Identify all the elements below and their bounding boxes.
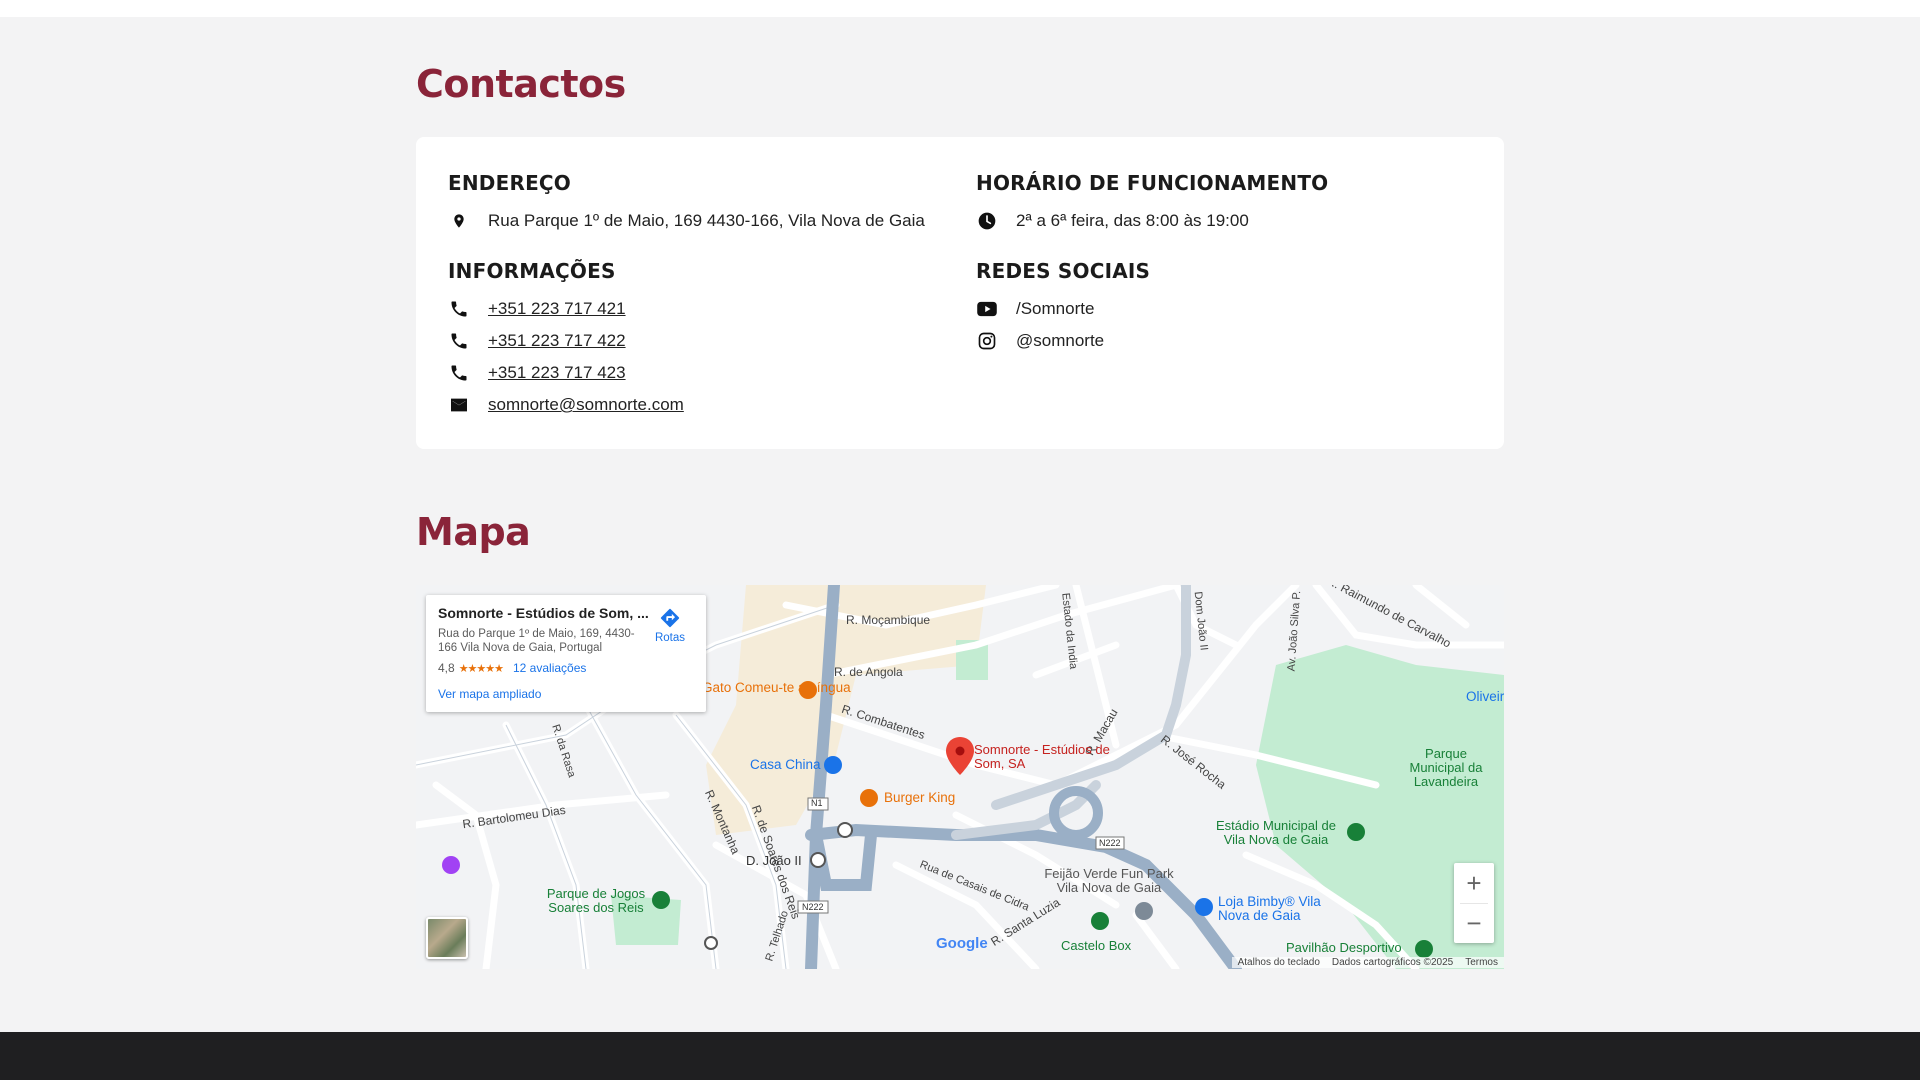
social-group: REDES SOCIAIS /Somnorte @somnorte bbox=[976, 259, 1476, 357]
hours-group: HORÁRIO DE FUNCIONAMENTO 2ª a 6ª feira, … bbox=[976, 171, 1476, 237]
map-label-r-angola: R. de Angola bbox=[834, 665, 903, 679]
youtube-row[interactable]: /Somnorte bbox=[976, 293, 1476, 325]
address-group: ENDEREÇO Rua Parque 1º de Maio, 169 4430… bbox=[448, 171, 948, 237]
address-heading: ENDEREÇO bbox=[448, 171, 572, 195]
map-label-r-mocambique: R. Moçambique bbox=[846, 613, 931, 627]
google-wordmark: Google bbox=[936, 935, 988, 952]
directions-label: Rotas bbox=[654, 632, 686, 644]
mail-icon bbox=[448, 394, 470, 416]
map-label-parque-municipal[interactable]: Parque Municipal da Lavandeira bbox=[1396, 747, 1496, 789]
social-heading: REDES SOCIAIS bbox=[976, 259, 1151, 283]
top-bar bbox=[0, 0, 1920, 17]
map-title: Mapa bbox=[416, 510, 531, 554]
phone-row: +351 223 717 421 bbox=[448, 293, 948, 325]
footer bbox=[0, 1032, 1920, 1080]
map-label-feijao[interactable]: Feijão Verde Fun Park Vila Nova de Gaia bbox=[1034, 867, 1184, 895]
phone-link-1[interactable]: +351 223 717 421 bbox=[488, 299, 626, 319]
map-label-parque-jogos[interactable]: Parque de Jogos Soares dos Reis bbox=[541, 887, 651, 915]
instagram-icon bbox=[976, 330, 998, 352]
terms-link[interactable]: Termos bbox=[1459, 956, 1504, 968]
contacts-left-column: ENDEREÇO Rua Parque 1º de Maio, 169 4430… bbox=[448, 171, 948, 443]
satellite-toggle[interactable] bbox=[426, 917, 468, 959]
map-label-burger-king[interactable]: Burger King bbox=[884, 790, 955, 805]
place-name: Somnorte - Estúdios de Som, ... bbox=[438, 605, 648, 621]
zoom-controls: + − bbox=[1454, 863, 1494, 943]
route-shield-n222-b: N222 bbox=[802, 902, 824, 912]
rating-stars-icon: ★★★★★ bbox=[458, 662, 504, 675]
map-label-casa-china[interactable]: Casa China bbox=[750, 757, 821, 772]
hours-row: 2ª a 6ª feira, das 8:00 às 19:00 bbox=[976, 205, 1476, 237]
map-label-somnorte[interactable]: Somnorte - Estúdios de Som, SA bbox=[974, 743, 1114, 771]
youtube-icon bbox=[976, 298, 998, 320]
map-data-credit: Dados cartográficos ©2025 bbox=[1325, 956, 1460, 968]
larger-map-link[interactable]: Ver mapa ampliado bbox=[438, 687, 694, 701]
google-logo: Google bbox=[936, 935, 988, 952]
place-rating: 4,8 ★★★★★ 12 avaliações bbox=[438, 661, 694, 675]
map-embed[interactable]: R. Moçambique R. de Angola R. Combatente… bbox=[416, 585, 1504, 969]
email-link[interactable]: somnorte@somnorte.com bbox=[488, 395, 684, 415]
phone-row: +351 223 717 423 bbox=[448, 357, 948, 389]
hours-heading: HORÁRIO DE FUNCIONAMENTO bbox=[976, 171, 1329, 195]
phone-row: +351 223 717 422 bbox=[448, 325, 948, 357]
youtube-handle[interactable]: /Somnorte bbox=[1016, 299, 1094, 319]
email-row: somnorte@somnorte.com bbox=[448, 389, 948, 421]
keyboard-shortcuts-link[interactable]: Atalhos do teclado bbox=[1231, 956, 1326, 968]
route-shield-n222-a: N222 bbox=[1099, 838, 1121, 848]
place-infobox: Somnorte - Estúdios de Som, ... Rua do P… bbox=[426, 595, 706, 712]
contacts-right-column: HORÁRIO DE FUNCIONAMENTO 2ª a 6ª feira, … bbox=[976, 171, 1476, 379]
phone-icon bbox=[448, 330, 470, 352]
map-label-loja-bimby[interactable]: Loja Bimby® Vila Nova de Gaia bbox=[1218, 895, 1338, 923]
map-label-d-joao: D. João II bbox=[746, 853, 802, 868]
contacts-title: Contactos bbox=[416, 62, 626, 106]
directions-button[interactable]: Rotas bbox=[648, 607, 692, 644]
phone-icon bbox=[448, 298, 470, 320]
address-text: Rua Parque 1º de Maio, 169 4430-166, Vil… bbox=[488, 211, 925, 230]
map-label-pavilhao[interactable]: Pavilhão Desportivo bbox=[1286, 941, 1402, 955]
hours-text: 2ª a 6ª feira, das 8:00 às 19:00 bbox=[1016, 211, 1249, 230]
contacts-card: ENDEREÇO Rua Parque 1º de Maio, 169 4430… bbox=[416, 137, 1504, 449]
clock-icon bbox=[976, 210, 998, 232]
instagram-handle[interactable]: @somnorte bbox=[1016, 331, 1104, 351]
phone-link-3[interactable]: +351 223 717 423 bbox=[488, 363, 626, 383]
reviews-link[interactable]: 12 avaliações bbox=[513, 661, 586, 675]
map-label-oliveir[interactable]: Oliveir bbox=[1466, 689, 1504, 704]
phone-link-2[interactable]: +351 223 717 422 bbox=[488, 331, 626, 351]
location-pin-icon bbox=[448, 210, 470, 232]
instagram-row[interactable]: @somnorte bbox=[976, 325, 1476, 357]
map-attribution: Atalhos do teclado Dados cartográficos ©… bbox=[1231, 955, 1504, 969]
map-label-castelo[interactable]: Castelo Box bbox=[1061, 939, 1131, 953]
map-label-gato[interactable]: Gato Comeu-te a Língua bbox=[702, 681, 851, 695]
place-address: Rua do Parque 1º de Maio, 169, 4430-166 … bbox=[438, 628, 635, 654]
info-heading: INFORMAÇÕES bbox=[448, 259, 616, 283]
directions-icon bbox=[660, 608, 680, 628]
zoom-out-button[interactable]: − bbox=[1454, 904, 1494, 943]
zoom-in-button[interactable]: + bbox=[1454, 863, 1494, 903]
route-shield-n1: N1 bbox=[811, 798, 823, 808]
map-label-estadio[interactable]: Estádio Municipal de Vila Nova de Gaia bbox=[1206, 819, 1346, 847]
phone-icon bbox=[448, 362, 470, 384]
address-row: Rua Parque 1º de Maio, 169 4430-166, Vil… bbox=[448, 205, 948, 237]
rating-value: 4,8 bbox=[438, 661, 455, 675]
info-group: INFORMAÇÕES +351 223 717 421 +351 223 71… bbox=[448, 259, 948, 421]
